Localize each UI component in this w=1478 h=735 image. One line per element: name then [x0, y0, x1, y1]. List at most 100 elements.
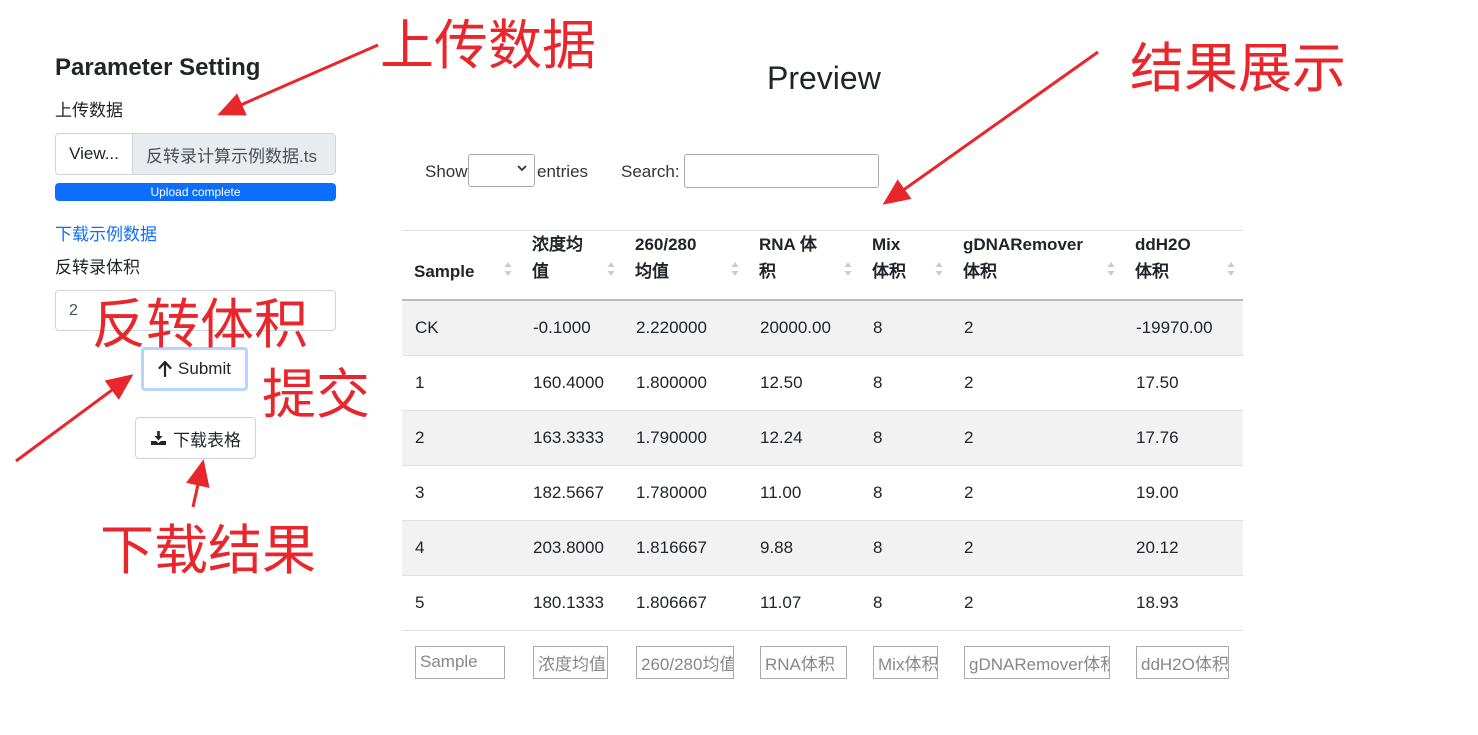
filter-cell: Sample: [402, 631, 520, 694]
table-cell: 2: [951, 410, 1123, 466]
column-header[interactable]: gDNARemover 体积: [951, 230, 1123, 301]
table-cell: 3: [402, 465, 520, 521]
table-cell: 19.00: [1123, 465, 1243, 521]
file-browse-button[interactable]: View...: [56, 134, 133, 174]
column-header-label: 体积: [1135, 262, 1169, 281]
table-cell: 1.806667: [623, 575, 747, 631]
table-cell: 182.5667: [520, 465, 623, 521]
table-cell: 8: [860, 355, 951, 411]
table-cell: 12.24: [747, 410, 860, 466]
table-cell: CK: [402, 300, 520, 356]
column-header[interactable]: 浓度均值: [520, 230, 623, 301]
column-filter-input[interactable]: 260/280均值: [636, 645, 734, 679]
table-cell: 2: [951, 300, 1123, 356]
table-cell: 1.790000: [623, 410, 747, 466]
table-cell: 8: [860, 575, 951, 631]
column-header[interactable]: RNA 体积: [747, 230, 860, 301]
table-row[interactable]: 4 203.8000 1.816667 9.88 8 2 20.12: [402, 520, 1243, 576]
table-row[interactable]: CK -0.1000 2.220000 20000.00 8 2 -19970.00: [402, 300, 1243, 356]
table-cell: 17.76: [1123, 410, 1243, 466]
entries-select[interactable]: [468, 154, 535, 187]
column-header-label: Mix: [872, 235, 901, 254]
table-cell: 11.07: [747, 575, 860, 631]
chevron-down-icon: [517, 165, 527, 172]
column-header-label: 值: [532, 262, 549, 281]
table-cell: 1.800000: [623, 355, 747, 411]
sort-icon: [935, 262, 943, 276]
table-cell: 17.50: [1123, 355, 1243, 411]
sort-icon: [731, 262, 739, 276]
table-row[interactable]: 3 182.5667 1.780000 11.00 8 2 19.00: [402, 465, 1243, 521]
column-filter-input[interactable]: Mix体积: [873, 645, 938, 679]
sidebar-title: Parameter Setting: [55, 54, 261, 81]
column-header-label: 体积: [872, 262, 906, 281]
column-header-label: 积: [759, 262, 776, 281]
download-table-button[interactable]: 下载表格: [135, 417, 256, 459]
arrow-to-results: [882, 50, 1099, 205]
column-filter-input[interactable]: Sample: [415, 645, 505, 679]
table-cell: 2: [951, 465, 1123, 521]
annotation-upload: 上传数据: [380, 14, 596, 77]
sort-icon: [607, 262, 615, 276]
column-header[interactable]: Sample: [402, 230, 520, 301]
column-filter-input[interactable]: 浓度均值: [533, 645, 608, 679]
column-filter-input[interactable]: ddH2O体积: [1136, 645, 1229, 679]
table-row[interactable]: 2 163.3333 1.790000 12.24 8 2 17.76: [402, 410, 1243, 466]
table-cell: 2: [951, 520, 1123, 576]
table-cell: 2: [951, 355, 1123, 411]
table-cell: 2: [402, 410, 520, 466]
table-cell: -19970.00: [1123, 300, 1243, 356]
table-header-row: Sample 浓度均值 260/280 均值 RNA 体积 Mix 体积 gDNARemove…: [402, 230, 1243, 301]
table-cell: 2: [951, 575, 1123, 631]
column-header-label: 260/280: [635, 235, 697, 254]
show-label: Show: [425, 162, 468, 181]
download-icon: [151, 431, 166, 445]
table-cell: 8: [860, 465, 951, 521]
download-example-link[interactable]: 下载示例数据: [55, 220, 157, 245]
file-input[interactable]: View... 反转录计算示例数据.ts: [55, 133, 336, 175]
filter-cell: ddH2O体积: [1123, 631, 1243, 694]
table-cell: 18.93: [1123, 575, 1243, 631]
column-header-label: 体积: [963, 262, 997, 281]
sort-icon: [1107, 262, 1115, 276]
download-table-label: 下载表格: [173, 430, 241, 450]
table-cell: 203.8000: [520, 520, 623, 576]
upload-progress: Upload complete: [55, 183, 336, 201]
table-cell: 8: [860, 300, 951, 356]
table-cell: 20.12: [1123, 520, 1243, 576]
sort-icon: [1227, 262, 1235, 276]
column-header[interactable]: ddH2O 体积: [1123, 230, 1243, 301]
column-header[interactable]: Mix 体积: [860, 230, 951, 301]
annotation-results: 结果展示: [1130, 37, 1346, 100]
annotation-download: 下载结果: [100, 519, 316, 582]
table-cell: 1: [402, 355, 520, 411]
table-row[interactable]: 1 160.4000 1.800000 12.50 8 2 17.50: [402, 355, 1243, 411]
table-cell: 1.780000: [623, 465, 747, 521]
filter-cell: 浓度均值: [520, 631, 623, 694]
arrow-to-download: [186, 459, 210, 508]
upload-label: 上传数据: [55, 101, 123, 120]
column-header-label: gDNARemover: [963, 235, 1083, 254]
upload-progress-bar: Upload complete: [55, 183, 336, 201]
filter-cell: gDNARemover体积: [951, 631, 1123, 694]
table-filter-row: Sample 浓度均值 260/280均值 RNA体积 Mix体积 gDNARemover…: [402, 631, 1243, 694]
column-filter-input[interactable]: RNA体积: [760, 645, 847, 679]
table-cell: 12.50: [747, 355, 860, 411]
sort-icon: [504, 262, 512, 276]
table-cell: 9.88: [747, 520, 860, 576]
column-filter-input[interactable]: gDNARemover体积: [964, 645, 1110, 679]
column-header-label: RNA 体: [759, 235, 817, 254]
search-input[interactable]: [684, 154, 879, 188]
submit-label: Submit: [178, 359, 231, 378]
table-cell: 4: [402, 520, 520, 576]
table-body: CK -0.1000 2.220000 20000.00 8 2 -19970.00 1 160…: [402, 300, 1243, 631]
column-header-label: Sample: [414, 262, 475, 281]
table-cell: 5: [402, 575, 520, 631]
column-header[interactable]: 260/280 均值: [623, 230, 747, 301]
table-cell: 180.1333: [520, 575, 623, 631]
annotation-submit: 提交: [262, 363, 370, 426]
table-cell: 163.3333: [520, 410, 623, 466]
column-header-label: ddH2O: [1135, 235, 1191, 254]
preview-title: Preview: [767, 60, 881, 96]
table-row[interactable]: 5 180.1333 1.806667 11.07 8 2 18.93: [402, 575, 1243, 631]
